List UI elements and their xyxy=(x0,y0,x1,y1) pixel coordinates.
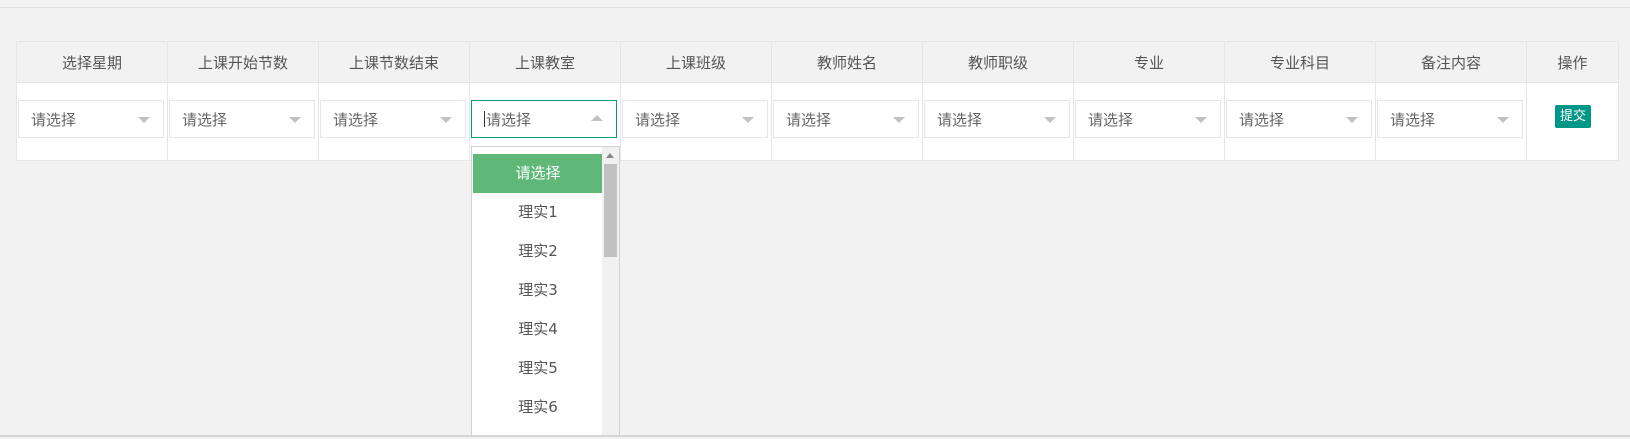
schedule-form-table-wrap: 选择星期 上课开始节数 上课节数结束 上课教室 上课班级 教师姓名 教师职级 专… xyxy=(16,41,1619,161)
classroom-dropdown-list: 请选择 理实1 理实2 理实3 理实4 理实5 理实6 xyxy=(471,146,620,436)
submit-button[interactable]: 提交 xyxy=(1555,105,1591,128)
weekday-select[interactable]: 请选择 xyxy=(18,100,164,138)
teacher-name-select[interactable]: 请选择 xyxy=(773,100,919,138)
major-select-value: 请选择 xyxy=(1088,111,1134,129)
teacher-rank-select-value: 请选择 xyxy=(937,111,983,129)
header-end-period: 上课节数结束 xyxy=(318,41,470,83)
remarks-select-value: 请选择 xyxy=(1390,111,1436,129)
class-select-value: 请选择 xyxy=(635,111,681,129)
chevron-down-icon xyxy=(1044,117,1056,123)
header-teacher-name: 教师姓名 xyxy=(771,41,923,83)
top-divider xyxy=(0,7,1630,8)
classroom-select-value: 请选择 xyxy=(486,111,532,129)
weekday-select-value: 请选择 xyxy=(31,111,77,129)
cell-end-period: 请选择 xyxy=(318,82,470,161)
dropdown-option[interactable]: 理实2 xyxy=(473,232,603,271)
header-major: 专业 xyxy=(1073,41,1225,83)
chevron-down-icon xyxy=(440,117,452,123)
header-class: 上课班级 xyxy=(620,41,772,83)
chevron-up-icon xyxy=(591,115,603,121)
cell-remarks: 请选择 xyxy=(1375,82,1527,161)
end-period-select-value: 请选择 xyxy=(333,111,379,129)
major-subject-select-value: 请选择 xyxy=(1239,111,1285,129)
chevron-down-icon xyxy=(1195,117,1207,123)
teacher-rank-select[interactable]: 请选择 xyxy=(924,100,1070,138)
remarks-select[interactable]: 请选择 xyxy=(1377,100,1523,138)
teacher-name-select-value: 请选择 xyxy=(786,111,832,129)
start-period-select-value: 请选择 xyxy=(182,111,228,129)
cell-start-period: 请选择 xyxy=(167,82,319,161)
cell-actions: 提交 xyxy=(1526,82,1619,161)
dropdown-option[interactable]: 理实5 xyxy=(473,349,603,388)
scroll-up-arrow-icon[interactable] xyxy=(606,153,614,158)
header-actions: 操作 xyxy=(1526,41,1619,83)
header-weekday: 选择星期 xyxy=(16,41,168,83)
cell-weekday: 请选择 xyxy=(16,82,168,161)
chevron-down-icon xyxy=(893,117,905,123)
dropdown-option[interactable]: 理实6 xyxy=(473,388,603,427)
cell-major-subject: 请选择 xyxy=(1224,82,1376,161)
header-start-period: 上课开始节数 xyxy=(167,41,319,83)
end-period-select[interactable]: 请选择 xyxy=(320,100,466,138)
chevron-down-icon xyxy=(742,117,754,123)
form-row: 请选择 请选择 请选择 请选择 请选择 请选择 请选择 请选择 请选择 请选择 … xyxy=(16,82,1619,161)
chevron-down-icon xyxy=(1497,117,1509,123)
scrollbar-thumb[interactable] xyxy=(604,164,617,257)
cell-class: 请选择 xyxy=(620,82,772,161)
text-cursor xyxy=(484,111,485,127)
chevron-down-icon xyxy=(1346,117,1358,123)
chevron-down-icon xyxy=(289,117,301,123)
header-major-subject: 专业科目 xyxy=(1224,41,1376,83)
bottom-divider xyxy=(0,435,1630,437)
dropdown-option[interactable]: 理实1 xyxy=(473,193,603,232)
chevron-down-icon xyxy=(138,117,150,123)
cell-teacher-rank: 请选择 xyxy=(922,82,1074,161)
classroom-select[interactable]: 请选择 xyxy=(471,100,617,138)
start-period-select[interactable]: 请选择 xyxy=(169,100,315,138)
dropdown-option[interactable]: 理实4 xyxy=(473,310,603,349)
header-remarks: 备注内容 xyxy=(1375,41,1527,83)
class-select[interactable]: 请选择 xyxy=(622,100,768,138)
cell-major: 请选择 xyxy=(1073,82,1225,161)
header-classroom: 上课教室 xyxy=(469,41,621,83)
schedule-form-table: 选择星期 上课开始节数 上课节数结束 上课教室 上课班级 教师姓名 教师职级 专… xyxy=(16,41,1619,161)
header-row: 选择星期 上课开始节数 上课节数结束 上课教室 上课班级 教师姓名 教师职级 专… xyxy=(16,41,1619,83)
major-subject-select[interactable]: 请选择 xyxy=(1226,100,1372,138)
dropdown-scrollbar[interactable] xyxy=(602,147,619,435)
dropdown-option[interactable]: 理实3 xyxy=(473,271,603,310)
header-teacher-rank: 教师职级 xyxy=(922,41,1074,83)
dropdown-option-placeholder[interactable]: 请选择 xyxy=(473,154,603,193)
cell-teacher-name: 请选择 xyxy=(771,82,923,161)
major-select[interactable]: 请选择 xyxy=(1075,100,1221,138)
